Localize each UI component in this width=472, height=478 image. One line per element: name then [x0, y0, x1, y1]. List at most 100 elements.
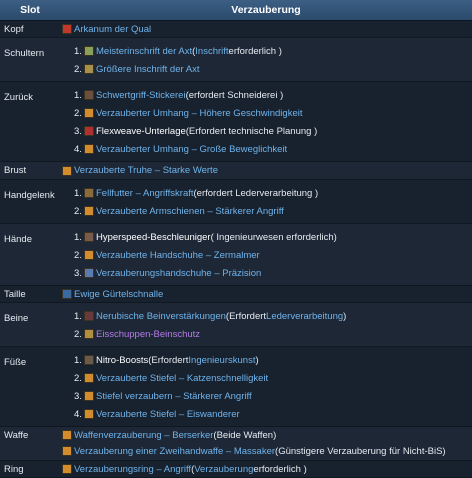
list-item: 2. Verzauberte Armschienen – Stärkerer A… — [62, 202, 472, 220]
scroll-icon — [84, 144, 94, 154]
list-item: 1. Nitro-Boosts (Erfordert Ingenieurskun… — [62, 351, 472, 369]
note-text: (Beide Waffen) — [213, 429, 277, 441]
item-number: 1. — [74, 310, 82, 322]
belt-buckle-icon — [62, 289, 72, 299]
header-slot: Slot — [20, 4, 40, 16]
slot-label: Taille — [4, 288, 26, 300]
glove-enchant-icon — [84, 268, 94, 278]
row-waffe: Waffe Waffenverzauberung – Berserker (Be… — [0, 427, 472, 461]
item-number: 1. — [74, 354, 82, 366]
table-header: Slot Verzauberung — [0, 0, 472, 21]
enchant-link[interactable]: Stiefel verzaubern – Stärkerer Angriff — [96, 391, 252, 402]
note-text: ) — [343, 310, 347, 322]
profession-link[interactable]: Ingenieurskunst — [188, 355, 255, 366]
enchant-link[interactable]: Verzauberte Handschuhe – Zermalmer — [96, 250, 260, 261]
enchant-table: Slot Verzauberung Kopf Arkanum der Qual … — [0, 0, 472, 478]
flexweave-icon — [84, 126, 94, 136]
enchant-link[interactable]: Schwertgriff-Stickerei — [96, 90, 186, 101]
enchant-link[interactable]: Eisschuppen-Beinschutz — [96, 329, 200, 340]
list-item: 3. Verzauberungshandschuhe – Präzision — [62, 264, 472, 282]
list-item: 1. Meisterinschrift der Axt ( Inschrift … — [62, 42, 472, 60]
enchant-link[interactable]: Ewige Gürtelschnalle — [74, 289, 163, 300]
note-text: (Günstigere Verzauberung für Nicht-BiS) — [275, 445, 446, 457]
profession-link[interactable]: Inschrift — [195, 46, 228, 57]
enchant-link[interactable]: Verzauberte Armschienen – Stärkerer Angr… — [96, 206, 284, 217]
row-brust: Brust Verzauberte Truhe – Starke Werte — [0, 162, 472, 180]
list-item: 2. Eisschuppen-Beinschutz — [62, 325, 472, 343]
scroll-icon — [62, 430, 72, 440]
slot-label: Hände — [4, 234, 32, 245]
row-ring: Ring Verzauberungsring – Angriff ( Verza… — [0, 461, 472, 478]
row-fuesse: Füße 1. Nitro-Boosts (Erfordert Ingenieu… — [0, 347, 472, 427]
item-number: 3. — [74, 390, 82, 402]
note-text: erforderlich ) — [253, 463, 307, 475]
enchant-link[interactable]: Verzauberte Stiefel – Eiswanderer — [96, 409, 240, 420]
slot-label: Schultern — [4, 48, 45, 59]
enchant-link[interactable]: Hyperspeed-Beschleuniger — [96, 232, 211, 243]
row-zurueck: Zurück 1. Schwertgriff-Stickerei (erford… — [0, 82, 472, 162]
enchant-link[interactable]: Verzauberter Umhang – Höhere Geschwindig… — [96, 108, 302, 119]
slot-label: Handgelenk — [4, 190, 55, 201]
row-kopf: Kopf Arkanum der Qual — [0, 21, 472, 38]
list-item: 2. Verzauberte Handschuhe – Zermalmer — [62, 246, 472, 264]
scroll-icon — [84, 409, 94, 419]
row-taille: Taille Ewige Gürtelschnalle — [0, 286, 472, 303]
scroll-icon — [84, 108, 94, 118]
list-item: 2. Verzauberte Stiefel – Katzenschnellig… — [62, 369, 472, 387]
fur-lining-icon — [84, 188, 94, 198]
slot-label: Brust — [4, 165, 27, 176]
item-number: 3. — [74, 267, 82, 279]
enchant-icon — [62, 24, 72, 34]
list-item: 1. Fellfutter – Angriffskraft (erfordert… — [62, 184, 472, 202]
list-item: 2. Verzauberter Umhang – Höhere Geschwin… — [62, 104, 472, 122]
enchant-link[interactable]: Fellfutter – Angriffskraft — [96, 188, 194, 199]
note-text: (Erfordert — [225, 310, 267, 322]
inscription-icon — [84, 46, 94, 56]
enchant-link[interactable]: Meisterinschrift der Axt — [96, 46, 192, 57]
item-number: 2. — [74, 63, 82, 75]
enchant-link[interactable]: Arkanum der Qual — [74, 24, 151, 35]
enchant-link[interactable]: Verzauberte Stiefel – Katzenschnelligkei… — [96, 373, 268, 384]
hyperspeed-icon — [84, 232, 94, 242]
item-number: 1. — [74, 45, 82, 57]
item-number: 4. — [74, 143, 82, 155]
profession-link[interactable]: Lederverarbeitung — [266, 311, 343, 322]
leg-armor-icon — [84, 311, 94, 321]
list-item: 2. Größere Inschrift der Axt — [62, 60, 472, 78]
list-item: 1. Nerubische Beinverstärkungen (Erforde… — [62, 307, 472, 325]
note-text: (erfordert Schneiderei ) — [185, 89, 284, 101]
item-number: 2. — [74, 328, 82, 340]
enchant-link[interactable]: Verzauberte Truhe – Starke Werte — [74, 165, 218, 176]
slot-label: Waffe — [4, 430, 29, 441]
list-item: 4. Verzauberter Umhang – Große Beweglich… — [62, 140, 472, 158]
item-number: 1. — [74, 187, 82, 199]
enchant-link[interactable]: Verzauberungsring – Angriff — [74, 464, 191, 475]
enchant-link[interactable]: Waffenverzauberung – Berserker — [74, 430, 213, 441]
list-item: Waffenverzauberung – Berserker (Beide Wa… — [62, 427, 472, 443]
enchant-link[interactable]: Verzauberter Umhang – Große Beweglichkei… — [96, 144, 287, 155]
slot-label: Zurück — [4, 92, 34, 103]
list-item: Verzauberung einer Zweihandwaffe – Massa… — [62, 443, 472, 459]
slot-label: Kopf — [4, 23, 24, 35]
row-handgelenk: Handgelenk 1. Fellfutter – Angriffskraft… — [0, 180, 472, 224]
enchant-link[interactable]: Flexweave-Unterlage — [96, 126, 186, 137]
scroll-icon — [84, 250, 94, 260]
scroll-icon — [62, 165, 72, 176]
slot-label: Füße — [4, 357, 27, 368]
row-schultern: Schultern 1. Meisterinschrift der Axt ( … — [0, 38, 472, 82]
enchant-link[interactable]: Nitro-Boosts — [96, 355, 148, 366]
enchant-link[interactable]: Verzauberung einer Zweihandwaffe – Massa… — [74, 446, 275, 457]
note-text: ) — [255, 354, 259, 366]
slot-label: Beine — [4, 313, 29, 324]
enchant-link[interactable]: Nerubische Beinverstärkungen — [96, 311, 226, 322]
inscription-icon — [84, 64, 94, 74]
enchant-link[interactable]: Größere Inschrift der Axt — [96, 64, 199, 75]
list-item: 1. Schwertgriff-Stickerei (erfordert Sch… — [62, 86, 472, 104]
header-enchant: Verzauberung — [231, 4, 301, 16]
row-beine: Beine 1. Nerubische Beinverstärkungen (E… — [0, 303, 472, 347]
item-number: 4. — [74, 408, 82, 420]
row-haende: Hände 1. Hyperspeed-Beschleuniger ( Inge… — [0, 224, 472, 286]
enchant-link[interactable]: Verzauberungshandschuhe – Präzision — [96, 268, 261, 279]
profession-link[interactable]: Verzauberung — [194, 464, 253, 475]
list-item: 3. Flexweave-Unterlage (Erfordert techni… — [62, 122, 472, 140]
